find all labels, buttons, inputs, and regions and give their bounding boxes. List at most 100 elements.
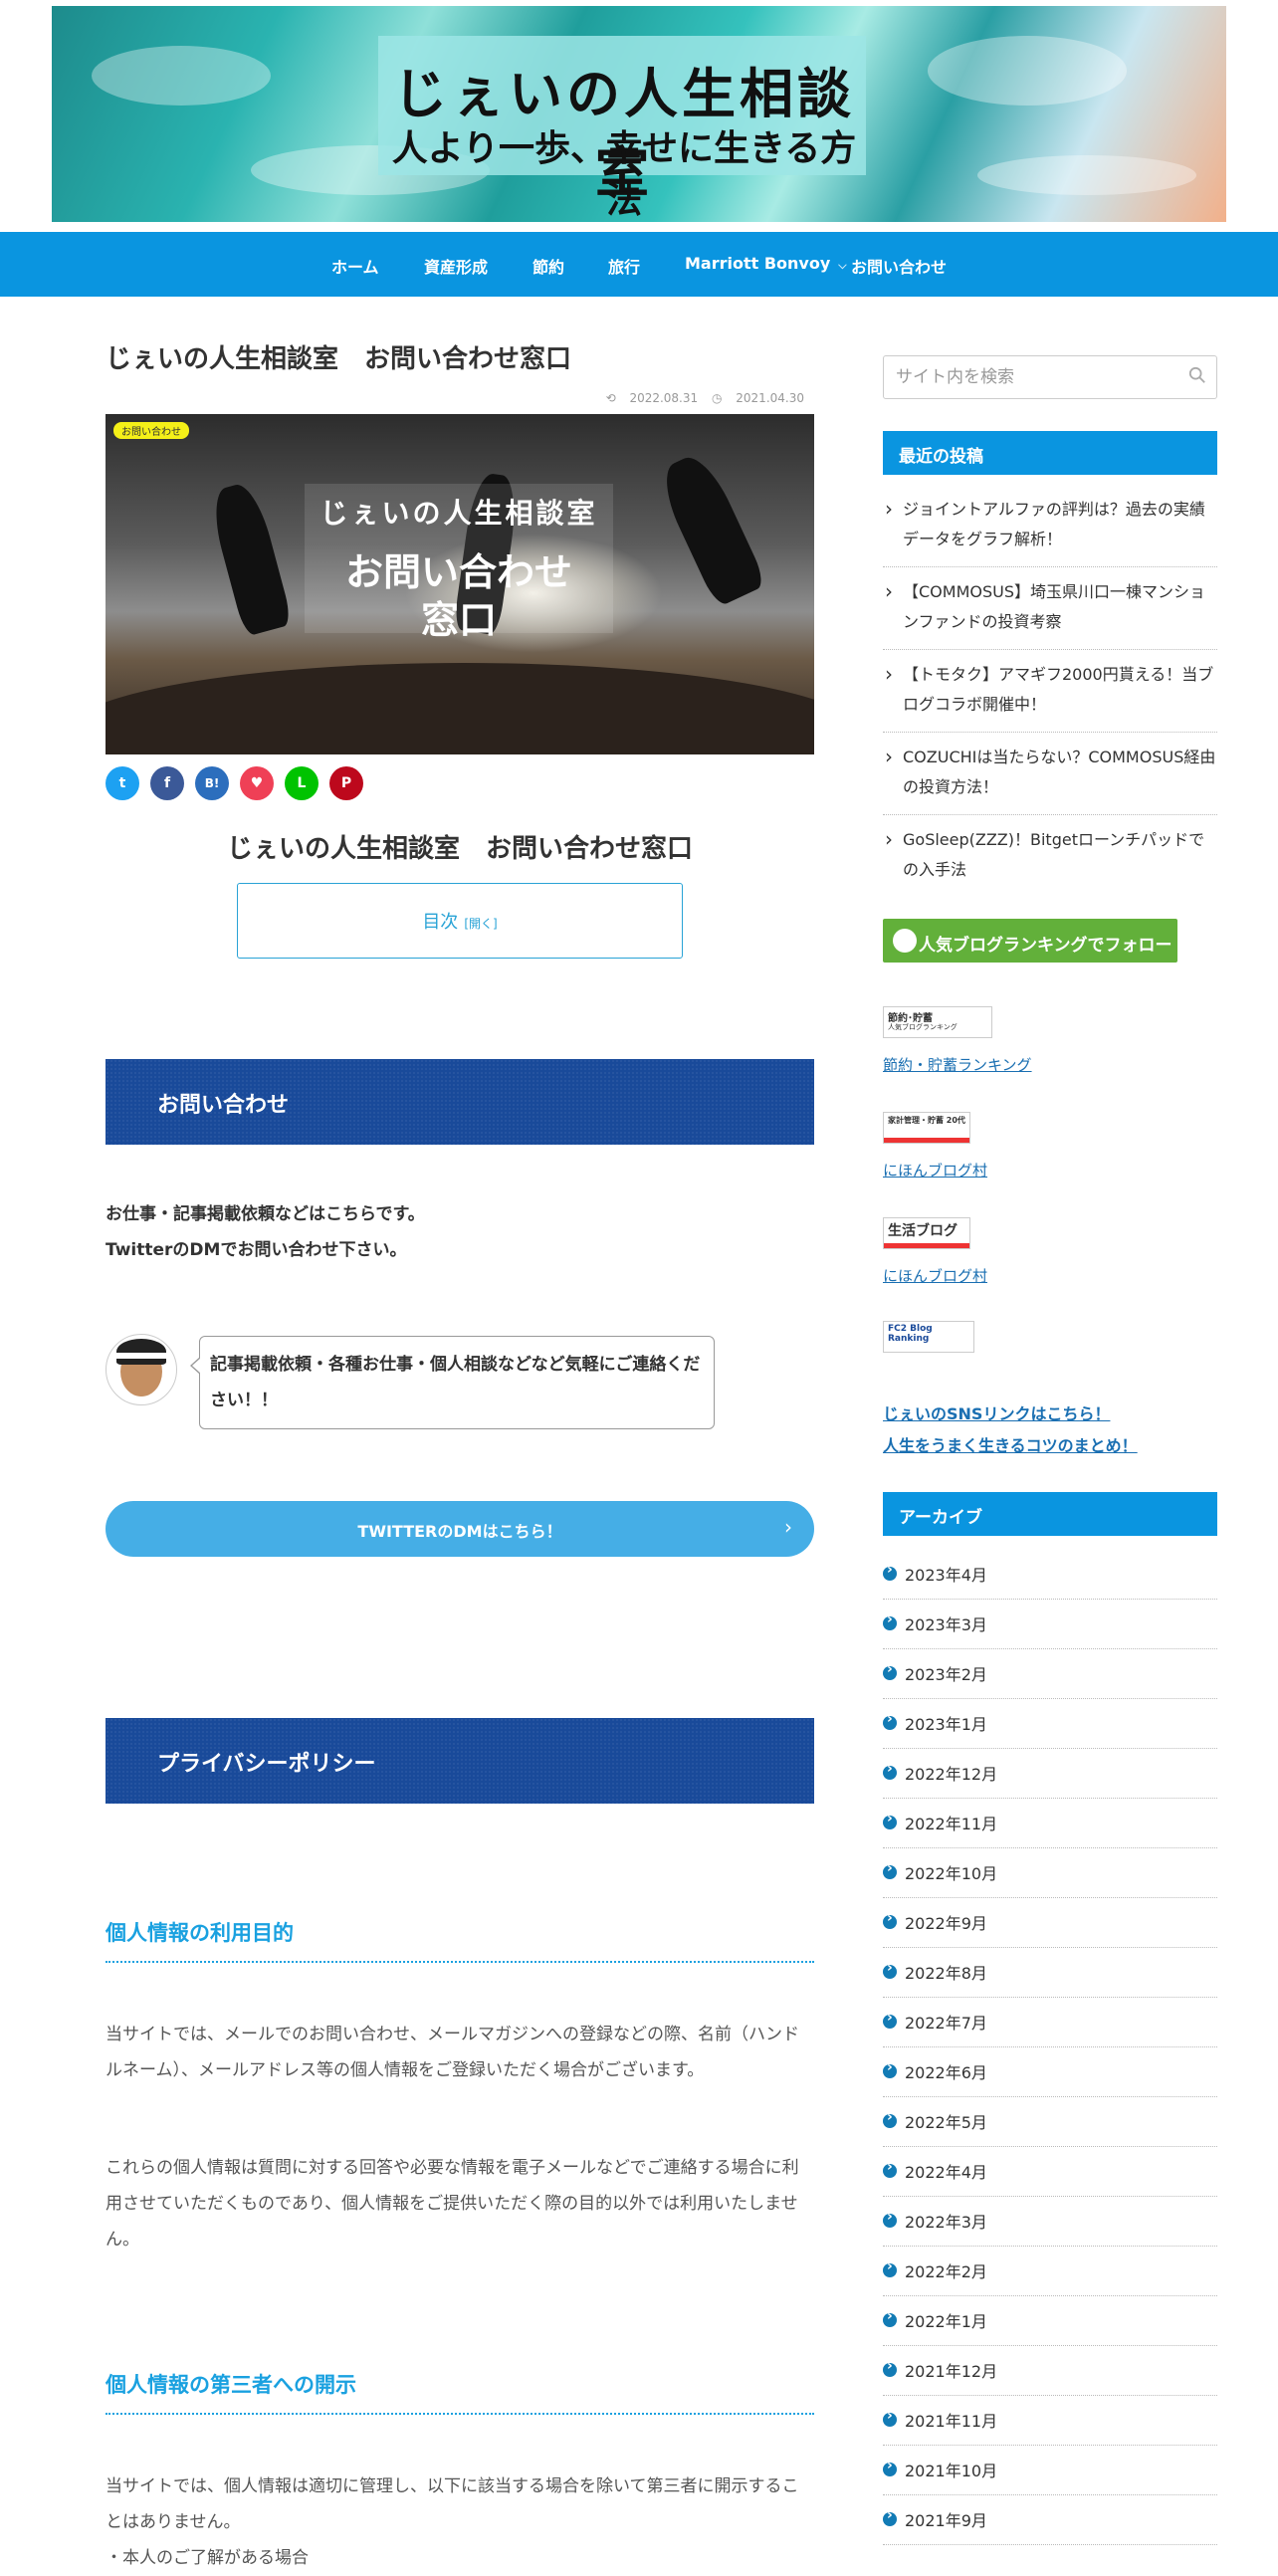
contact-line2: TwitterのDMでお問い合わせ下さい。 [106,1240,407,1260]
archive-item[interactable]: 2023年3月 [883,1600,1217,1649]
archive-item[interactable]: 2023年2月 [883,1649,1217,1699]
recent-post-item[interactable]: COZUCHIは当たらない？COMMOSUS経由の投資方法！ [883,733,1217,815]
banner-badge: 生活ブログ [888,1223,958,1239]
wave-foam [928,36,1127,106]
toc-toggle[interactable]: [開く] [464,917,497,931]
published-date-text: 2021.04.30 [736,391,804,405]
section-heading-privacy: プライバシーポリシー [106,1718,814,1804]
nav-label: お問い合わせ [851,258,948,277]
archive-item[interactable]: 2022年10月 [883,1848,1217,1898]
eyecatch-line2: お問い合わせ [344,550,572,594]
search-box [883,355,1217,399]
nav-item-home[interactable]: ホーム [331,254,379,278]
subheading-disclosure: 個人情報の第三者への開示 [106,2369,814,2415]
twitter-share-button[interactable]: t [106,766,139,800]
archive-item[interactable]: 2022年11月 [883,1799,1217,1848]
facebook-share-button[interactable]: f [150,766,184,800]
archive-item[interactable]: 2022年8月 [883,1948,1217,1998]
nav-item-saving[interactable]: 節約 [532,254,564,278]
privacy-paragraph-4: ・本人のご了解がある場合 [106,2548,309,2568]
archive-item[interactable]: 2022年12月 [883,1749,1217,1799]
nav-item-contact[interactable]: お問い合わせ [851,254,947,278]
ranking-banner-fc2[interactable]: FC2 Blog Ranking [883,1321,974,1353]
nav-item-travel[interactable]: 旅行 [608,254,640,278]
banner-stripe [884,1138,969,1143]
updated-date-text: 2022.08.31 [629,391,699,405]
archive-item[interactable]: 2021年9月 [883,2495,1217,2545]
wave-foam [977,155,1196,195]
ranking-link-nihon1[interactable]: にほんブログ村 [883,1160,987,1181]
archive-item[interactable]: 2021年12月 [883,2346,1217,2396]
article-heading: じぇいの人生相談室 お問い合わせ窓口 [226,834,693,864]
pinterest-share-button[interactable]: P [329,766,363,800]
archive-item[interactable]: 2022年6月 [883,2047,1217,2097]
contact-intro: お仕事・記事掲載依頼などはこちらです。 TwitterのDMでお問い合わせ下さい… [106,1196,425,1268]
nav-item-marriott[interactable]: Marriott Bonvoy ⌵ [685,254,847,273]
archive-item[interactable]: 2021年10月 [883,2446,1217,2495]
archive-item[interactable]: 2022年5月 [883,2097,1217,2147]
article-title: じぇいの人生相談室 お問い合わせ窓口 [106,344,572,374]
archive-item[interactable]: 2023年1月 [883,1699,1217,1749]
tips-link[interactable]: 人生をうまく生きるコツのまとめ！ [883,1432,1138,1456]
twitter-dm-button[interactable]: TWITTERのDMはこちら！ › [106,1501,814,1557]
speech-bubble-text: 記事掲載依頼・各種お仕事・個人相談などなど気軽にご連絡ください！！ [210,1355,701,1410]
avatar-hair [116,1339,166,1365]
nav-label: ホーム [331,258,379,277]
ranking-banner-nihon2[interactable]: 生活ブログ [883,1217,970,1249]
search-input[interactable] [894,366,1176,388]
published-date: ◷ 2021.04.30 [711,391,804,405]
search-icon[interactable] [1188,366,1206,384]
sns-link[interactable]: じぇいのSNSリンクはこちら！ [883,1400,1110,1424]
archive-item[interactable]: 2022年2月 [883,2247,1217,2296]
archive-item[interactable]: 2022年1月 [883,2296,1217,2346]
recent-post-item[interactable]: 【トモタク】アマギフ2000円貰える！当ブログコラボ開催中！ [883,650,1217,733]
archive-item[interactable]: 2021年11月 [883,2396,1217,2446]
ranking-link-saving[interactable]: 節約・貯蓄ランキング [883,1054,1032,1075]
nav-label: 節約 [532,258,565,277]
ranking-follow-button[interactable]: 人気ブログランキングでフォロー [883,919,1177,963]
widget-heading-text: アーカイブ [899,1508,982,1528]
section-heading-contact: お問い合わせ [106,1059,814,1145]
archive-item[interactable]: 2022年3月 [883,2197,1217,2247]
ranking-link-nihon2[interactable]: にほんブログ村 [883,1265,987,1286]
ranking-follow-label: 人気ブログランキングでフォロー [919,936,1172,956]
archive-item[interactable]: 2022年4月 [883,2147,1217,2197]
recent-post-item[interactable]: GoSleep(ZZZ)！Bitgetローンチパッドでの入手法 [883,815,1217,897]
wave-foam [92,46,271,106]
recent-post-item[interactable]: ジョイントアルファの評判は？過去の実績データをグラフ解析！ [883,485,1217,567]
recent-posts-heading: 最近の投稿 [883,431,1217,475]
hatena-share-button[interactable]: B! [195,766,229,800]
privacy-paragraph-3: 当サイトでは、個人情報は適切に管理し、以下に該当する場合を除いて第三者に開示する… [106,2476,799,2532]
line-share-button[interactable]: L [285,766,319,800]
eyecatch-image: じぇいの人生相談室 お問い合わせ 窓口 お問い合わせ [106,414,814,754]
banner-stripe [884,1243,969,1248]
ranking-banner-nihon1[interactable]: 家計管理・貯蓄 20代 [883,1112,970,1144]
recent-post-item[interactable]: 【COMMOSUS】埼玉県川口一棟マンションファンドの投資考察 [883,567,1217,650]
eyecatch-line1: じぇいの人生相談室 [320,497,598,530]
twitter-dm-label: TWITTERのDMはこちら！ [357,1522,562,1541]
chevron-right-icon: › [784,1515,792,1539]
chevron-down-icon: ⌵ [838,259,847,272]
contact-line1: お仕事・記事掲載依頼などはこちらです。 [106,1204,425,1224]
archive-item[interactable]: 2022年9月 [883,1898,1217,1948]
avatar-headband [116,1353,166,1359]
section-heading-text: プライバシーポリシー [157,1752,376,1777]
archive-item[interactable]: 2023年4月 [883,1550,1217,1600]
archive-item[interactable]: 2022年7月 [883,1998,1217,2047]
nav-label: Marriott Bonvoy [685,254,831,273]
pocket-share-button[interactable]: ♥ [240,766,274,800]
recent-posts-list: ジョイントアルファの評判は？過去の実績データをグラフ解析！ 【COMMOSUS】… [883,485,1217,897]
table-of-contents[interactable]: 目次 [開く] [237,883,683,959]
header-banner[interactable]: じぇいの人生相談室 人より一歩、幸せに生きる方法 [52,6,1226,222]
nav-item-asset[interactable]: 資産形成 [424,254,488,278]
banner-badge-sub: 人気ブログランキング [888,1023,958,1031]
ranking-banner-saving[interactable]: 節約･貯蓄 人気ブログランキング [883,1006,992,1038]
privacy-paragraph-2: これらの個人情報は質問に対する回答や必要な情報を電子メールなどでご連絡する場合に… [106,2158,799,2250]
toc-label: 目次 [422,912,459,933]
toc-label-row: 目次 [開く] [238,908,682,934]
category-badge[interactable]: お問い合わせ [113,422,189,439]
ranking-icon [893,929,917,953]
eyecatch-line3: 窓口 [420,598,497,642]
archive-heading: アーカイブ [883,1492,1217,1536]
main-nav: ホーム 資産形成 節約 旅行 Marriott Bonvoy ⌵ お問い合わせ [0,232,1278,297]
